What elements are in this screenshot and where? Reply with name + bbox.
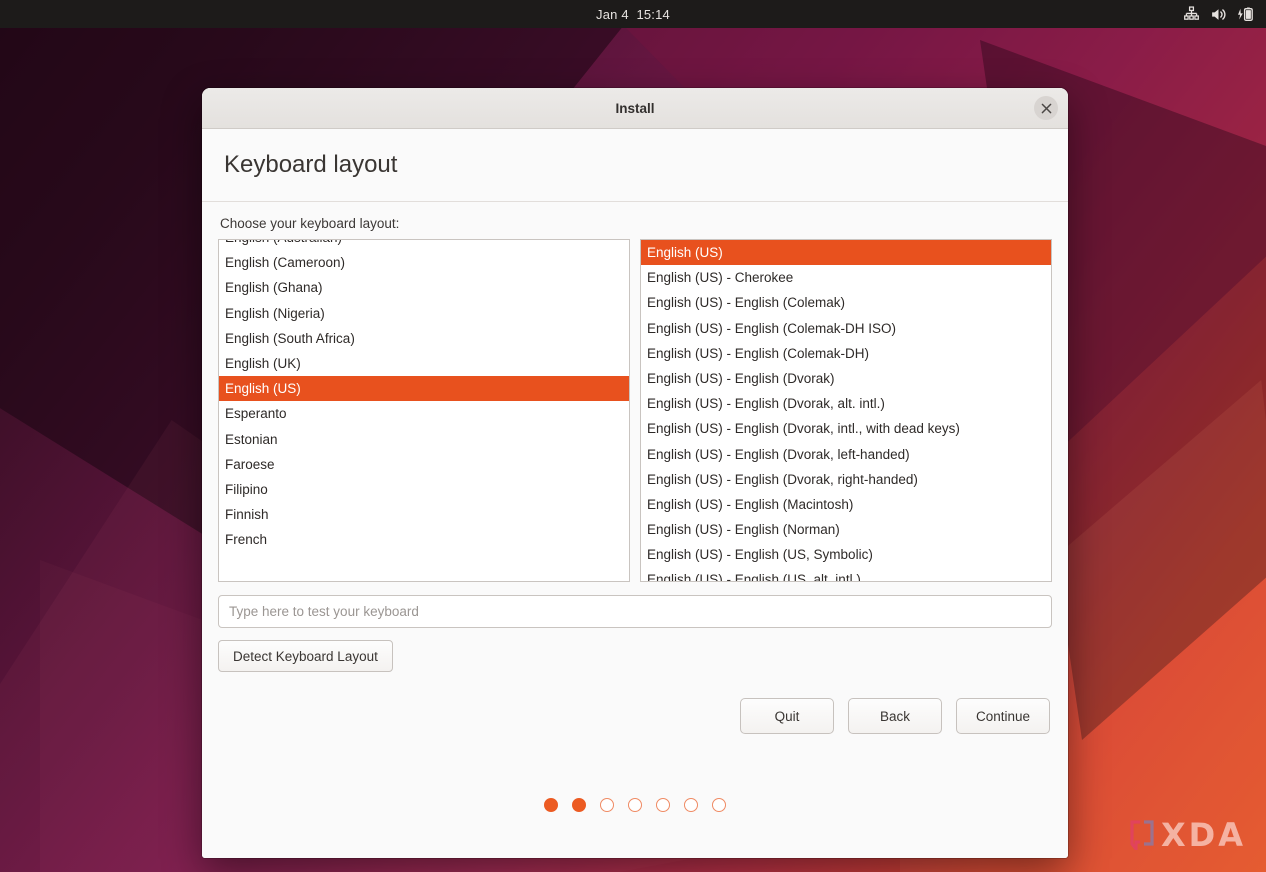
list-item[interactable]: English (US) - English (Colemak-DH ISO) <box>641 316 1051 341</box>
layout-list[interactable]: English (Australian)English (Cameroon)En… <box>218 239 630 582</box>
progress-dot[interactable] <box>684 798 698 812</box>
list-item[interactable]: English (US) - English (Macintosh) <box>641 492 1051 517</box>
quit-button[interactable]: Quit <box>740 698 834 734</box>
progress-dot[interactable] <box>600 798 614 812</box>
list-item[interactable]: Faroese <box>219 452 629 477</box>
list-item[interactable]: Filipino <box>219 477 629 502</box>
list-item[interactable]: English (US) <box>641 240 1051 266</box>
system-tray <box>1183 0 1256 28</box>
clock[interactable]: Jan 4 15:14 <box>596 7 670 22</box>
dialog-titlebar[interactable]: Install <box>202 88 1068 129</box>
progress-dot[interactable] <box>572 798 586 812</box>
list-item[interactable]: Finnish <box>219 502 629 527</box>
list-item[interactable]: English (UK) <box>219 351 629 376</box>
page-header: Keyboard layout <box>202 129 1068 202</box>
desktop: Jan 4 15:14 Install Keyboard layout Choo… <box>0 0 1266 872</box>
progress-dot[interactable] <box>544 798 558 812</box>
progress-dot[interactable] <box>656 798 670 812</box>
list-item[interactable]: English (US) - English (Norman) <box>641 517 1051 542</box>
close-icon[interactable] <box>1034 96 1058 120</box>
layout-variant-list[interactable]: English (US) English (US) - Cherokee Engli… <box>640 239 1052 582</box>
list-item[interactable]: English (US) - English (Dvorak, left-han… <box>641 442 1051 467</box>
list-item[interactable]: English (US) - Cherokee <box>641 265 1051 290</box>
list-item[interactable]: English (Ghana) <box>219 275 629 300</box>
progress-dot[interactable] <box>628 798 642 812</box>
volume-icon[interactable] <box>1210 6 1227 23</box>
list-item[interactable]: English (US) - English (US, alt. intl.) <box>641 567 1051 581</box>
keyboard-layout-lists: English (Australian)English (Cameroon)En… <box>218 239 1052 582</box>
list-item[interactable]: English (US) - English (Dvorak, intl., w… <box>641 416 1051 441</box>
detect-keyboard-layout-button[interactable]: Detect Keyboard Layout <box>218 640 393 672</box>
dialog-content: Choose your keyboard layout: English (Au… <box>202 202 1068 858</box>
progress-dot[interactable] <box>712 798 726 812</box>
network-icon[interactable] <box>1183 5 1200 23</box>
page-title: Keyboard layout <box>224 151 398 178</box>
list-item[interactable]: English (US) - English (Dvorak, alt. int… <box>641 391 1051 416</box>
dialog-actions: Quit Back Continue <box>218 698 1052 734</box>
list-item[interactable]: English (US) - English (Dvorak, right-ha… <box>641 467 1051 492</box>
list-item[interactable]: Esperanto <box>219 401 629 426</box>
list-item[interactable]: Estonian <box>219 427 629 452</box>
step-progress-dots <box>218 798 1052 858</box>
xda-watermark: XDA <box>1129 816 1246 854</box>
install-dialog: Install Keyboard layout Choose your keyb… <box>202 88 1068 858</box>
continue-button[interactable]: Continue <box>956 698 1050 734</box>
list-item[interactable]: English (US) - English (Colemak-DH) <box>641 341 1051 366</box>
list-item[interactable]: French <box>219 527 629 552</box>
window-title: Install <box>615 100 655 116</box>
top-panel: Jan 4 15:14 <box>0 0 1266 28</box>
choose-layout-label: Choose your keyboard layout: <box>220 216 400 231</box>
list-item[interactable]: English (US) - English (Dvorak) <box>641 366 1051 391</box>
list-item[interactable]: English (South Africa) <box>219 326 629 351</box>
list-item[interactable]: English (Cameroon) <box>219 250 629 275</box>
list-item[interactable]: English (US) - English (Colemak) <box>641 290 1051 315</box>
battery-charging-icon[interactable] <box>1237 6 1256 23</box>
list-item[interactable]: English (US) <box>219 376 629 402</box>
list-item[interactable]: English (Australian) <box>219 240 629 250</box>
list-item[interactable]: English (Nigeria) <box>219 301 629 326</box>
back-button[interactable]: Back <box>848 698 942 734</box>
keyboard-test-input[interactable] <box>218 595 1052 628</box>
list-item[interactable]: English (US) - English (US, Symbolic) <box>641 542 1051 567</box>
xda-logo-icon <box>1130 820 1154 850</box>
xda-watermark-text: XDA <box>1161 816 1246 854</box>
